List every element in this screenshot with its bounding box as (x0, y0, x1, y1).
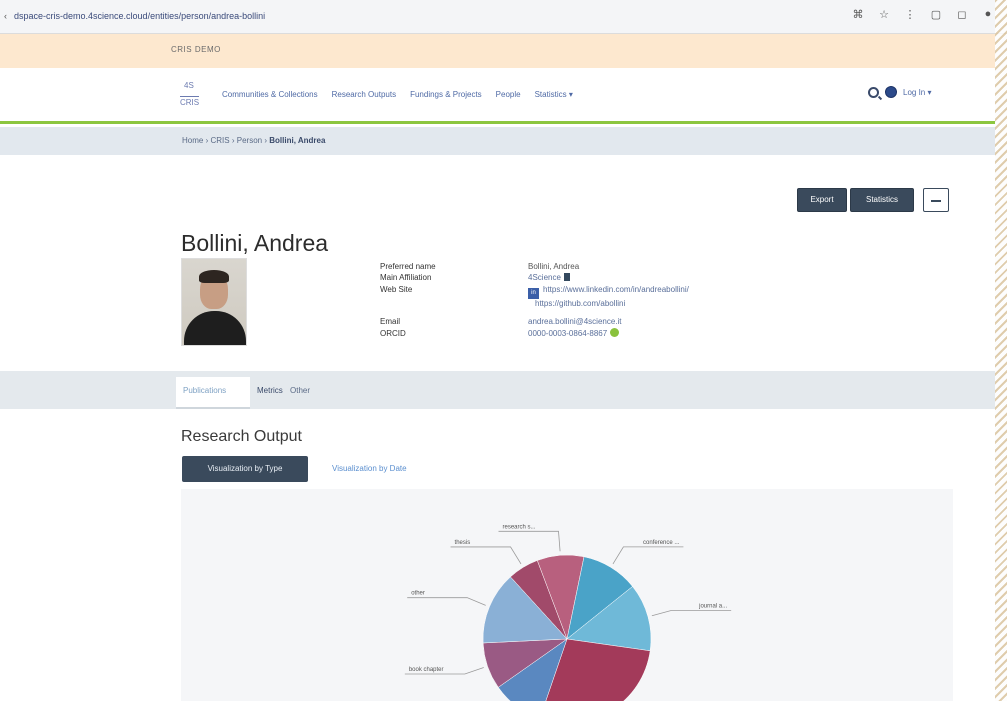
pie-slice-label: journal a... (698, 603, 727, 609)
linkedin-link[interactable]: https://www.linkedin.com/in/andreabollin… (543, 285, 689, 294)
nav-people[interactable]: People (496, 90, 521, 99)
research-output-title: Research Output (181, 428, 302, 445)
breadcrumb-separator: › (231, 136, 235, 145)
export-button[interactable]: Export (797, 188, 847, 212)
translate-icon[interactable]: ⌘ (851, 8, 865, 21)
pie-slice-label: conference ... (643, 540, 680, 546)
breadcrumb-separator: › (264, 136, 268, 145)
tab-metrics[interactable]: Metrics (257, 386, 283, 395)
pie-slice-label: research s... (503, 524, 536, 530)
affiliation-link[interactable]: 4Science (528, 273, 561, 282)
profile-icon[interactable]: ● (981, 8, 995, 21)
person-photo (181, 258, 247, 346)
decorative-border (995, 0, 1007, 701)
github-link[interactable]: https://github.com/abollini (535, 298, 625, 309)
breadcrumb-separator: › (205, 136, 209, 145)
extensions-icon[interactable]: ⋮ (903, 8, 917, 21)
logo-text: CRIS (180, 96, 200, 107)
orcid-wrap: 0000-0003-0864-8867 (528, 328, 620, 339)
breadcrumb-home[interactable]: Home (182, 136, 203, 145)
address-url[interactable]: dspace-cris-demo.4science.cloud/entities… (14, 11, 265, 21)
statistics-button[interactable]: Statistics (850, 188, 914, 212)
email-link[interactable]: andrea.bollini@4science.it (528, 316, 622, 327)
web-page: CRIS DEMO 4S CRIS Communities & Collecti… (0, 34, 995, 701)
demo-banner-text: CRIS DEMO (171, 45, 221, 54)
search-icon[interactable] (868, 86, 879, 98)
pie-chart-svg: thesis research s... conference ... journal… (404, 524, 732, 701)
screenshot-frame: ‹ dspace-cris-demo.4science.cloud/entiti… (0, 0, 1007, 701)
pie-label-leader (450, 546, 522, 565)
breadcrumb-current: Bollini, Andrea (269, 136, 326, 145)
site-logo[interactable]: 4S CRIS (178, 81, 204, 109)
website-wrap: in https://www.linkedin.com/in/andreaboll… (528, 284, 689, 299)
visualization-by-date-link[interactable]: Visualization by Date (332, 464, 407, 473)
breadcrumb: Home › CRIS › Person › Bollini, Andrea (182, 136, 325, 145)
pie-label-leader (407, 597, 486, 606)
language-globe-icon[interactable] (885, 86, 897, 98)
profile-tabs-bar: Publications Metrics Other (0, 371, 995, 409)
photo-shirt (184, 311, 246, 345)
orcid-icon (610, 328, 620, 337)
field-label: Main Affiliation (380, 273, 432, 282)
photo-hair (199, 270, 229, 283)
pie-label-leader (651, 610, 732, 617)
logo-mark: 4S (184, 81, 194, 90)
nav-research-outputs[interactable]: Research Outputs (332, 90, 396, 99)
nav-statistics[interactable]: Statistics ▾ (535, 90, 573, 99)
tab-icon[interactable]: ▢ (929, 8, 943, 21)
login-link[interactable]: Log In ▾ (903, 88, 931, 97)
tab-publications[interactable]: Publications (183, 386, 226, 395)
nav-fundings-projects[interactable]: Fundings & Projects (410, 90, 482, 99)
demo-banner: CRIS DEMO (0, 34, 995, 68)
research-output-pie-chart: thesis research s... conference ... journal… (181, 489, 953, 701)
breadcrumb-bar: Home › CRIS › Person › Bollini, Andrea (0, 127, 995, 155)
back-mark[interactable]: ‹ (4, 11, 7, 21)
affiliation-wrap: 4Science (528, 272, 570, 283)
main-navbar: 4S CRIS Communities & Collections Resear… (0, 68, 995, 124)
collapse-menu-button[interactable] (923, 188, 949, 212)
pie-slice-label: other (411, 591, 425, 597)
orcid-link[interactable]: 0000-0003-0864-8867 (528, 329, 607, 338)
institution-icon (563, 273, 570, 281)
visualization-by-type-button[interactable]: Visualization by Type (182, 456, 308, 482)
field-label: Preferred name (380, 262, 436, 271)
field-label: ORCID (380, 329, 406, 338)
field-value: Bollini, Andrea (528, 262, 580, 271)
nav-communities[interactable]: Communities & Collections (222, 90, 318, 99)
person-name-heading: Bollini, Andrea (181, 230, 329, 256)
browser-toolbar: ⌘ ☆ ⋮ ▢ ◻ ● (851, 8, 995, 21)
nav-right-tools: Log In ▾ (868, 86, 931, 98)
browser-address-bar: ‹ dspace-cris-demo.4science.cloud/entiti… (0, 0, 1007, 34)
pie-slice-label: thesis (455, 540, 471, 546)
pie-label-leader (498, 530, 561, 552)
window-icon[interactable]: ◻ (955, 8, 969, 21)
field-label: Web Site (380, 285, 413, 294)
pie-slice-label: book chapter (409, 667, 444, 673)
field-label: Email (380, 317, 401, 326)
pie-label-leader (612, 546, 684, 565)
breadcrumb-person[interactable]: Person (237, 136, 262, 145)
tab-other[interactable]: Other (290, 386, 310, 395)
star-icon[interactable]: ☆ (877, 8, 891, 21)
breadcrumb-cris[interactable]: CRIS (210, 136, 229, 145)
nav-links: Communities & Collections Research Outpu… (222, 90, 573, 99)
